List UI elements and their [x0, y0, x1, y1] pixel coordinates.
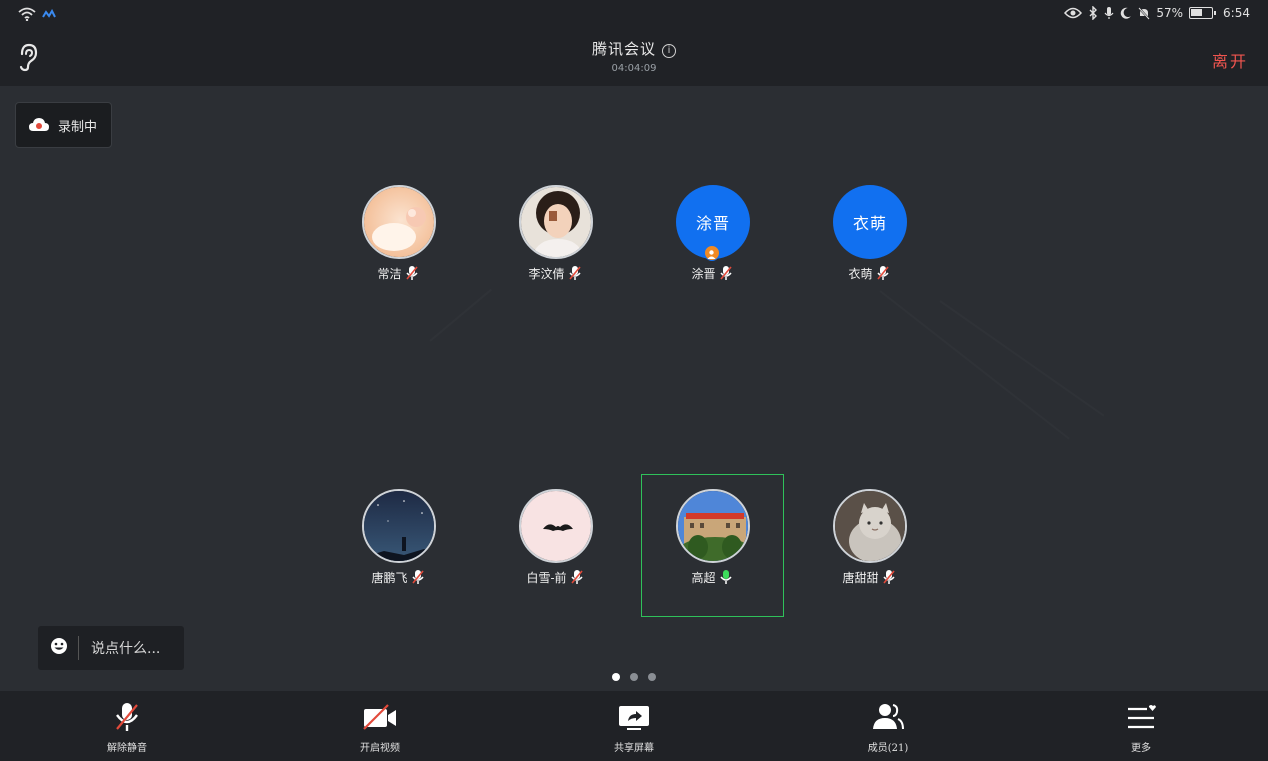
avatar: [676, 489, 750, 563]
emoji-icon[interactable]: [50, 637, 68, 659]
share-screen-label: 共享屏幕: [614, 743, 654, 754]
meeting-header: 腾讯会议 i 04:04:09 离开: [0, 30, 1268, 86]
avatar: [362, 489, 436, 563]
page-indicator: [612, 673, 656, 681]
members-label: 成员(21): [867, 743, 909, 754]
participant-name: 李汶倩: [528, 267, 565, 281]
clock: 6:54: [1223, 6, 1250, 20]
page-dot[interactable]: [648, 673, 656, 681]
mic-off-icon: [116, 703, 138, 731]
page-dot[interactable]: [630, 673, 638, 681]
start-video-label: 开启视频: [360, 743, 400, 754]
participant-name: 唐甜甜: [842, 571, 879, 585]
leave-button[interactable]: 离开: [1212, 48, 1248, 72]
mic-muted-icon: [568, 265, 582, 284]
participant-name: 唐鹏飞: [371, 571, 408, 585]
eye-icon: [1064, 7, 1083, 19]
participant-name: 涂晋: [691, 267, 716, 281]
mic-speaking-icon: [719, 569, 733, 588]
more-menu-icon: [1128, 705, 1156, 729]
mic-muted-icon: [411, 569, 425, 588]
participant-tile[interactable]: 白雪-前: [485, 479, 625, 619]
participant-tile[interactable]: 衣萌 衣萌: [799, 175, 939, 315]
meeting-timer: 04:04:09: [611, 63, 657, 74]
chat-placeholder: 说点什么...: [91, 641, 161, 657]
divider: [78, 636, 79, 660]
host-badge-icon: [704, 245, 720, 261]
start-video-button[interactable]: 开启视频: [330, 701, 430, 754]
members-button[interactable]: 成员(21): [838, 701, 938, 754]
participant-name: 高超: [691, 571, 716, 585]
video-off-icon: [363, 704, 396, 730]
participant-tile[interactable]: 涂晋 涂晋: [642, 175, 782, 315]
status-bar: 57% 6:54: [0, 0, 1268, 30]
participant-tile[interactable]: 唐甜甜: [799, 479, 939, 619]
participant-tile[interactable]: 唐鹏飞: [328, 479, 468, 619]
signal-app-icon: [42, 9, 56, 18]
participant-tile[interactable]: 常洁: [328, 175, 468, 315]
avatar: [519, 489, 593, 563]
share-screen-button[interactable]: 共享屏幕: [584, 701, 684, 754]
cloud-record-icon: [29, 118, 49, 131]
avatar: [362, 185, 436, 259]
more-label: 更多: [1131, 743, 1151, 754]
participant-name: 衣萌: [848, 267, 873, 281]
recording-indicator[interactable]: 录制中: [15, 102, 112, 148]
participant-tile[interactable]: 李汶倩: [485, 175, 625, 315]
bell-off-icon: [1138, 6, 1151, 20]
bottom-toolbar: 解除静音 开启视频 共享屏幕 成员(21) 更多: [0, 691, 1268, 761]
mic-muted-icon: [405, 265, 419, 284]
participant-name: 白雪-前: [526, 571, 567, 585]
chat-input[interactable]: 说点什么...: [38, 626, 184, 670]
info-icon[interactable]: i: [662, 44, 676, 58]
more-button[interactable]: 更多: [1091, 701, 1191, 754]
recording-label: 录制中: [58, 119, 98, 135]
share-screen-icon: [619, 706, 649, 730]
wifi-icon: [18, 7, 36, 21]
avatar: [519, 185, 593, 259]
battery-icon: [1189, 7, 1217, 19]
meeting-title: 腾讯会议: [591, 40, 656, 58]
battery-percent: 57%: [1156, 6, 1184, 20]
mic-muted-icon: [882, 569, 896, 588]
members-icon: [873, 704, 904, 730]
bluetooth-icon: [1089, 6, 1098, 20]
unmute-button[interactable]: 解除静音: [77, 701, 177, 754]
moon-icon: [1121, 7, 1132, 19]
avatar: 衣萌: [833, 185, 907, 259]
avatar: [833, 489, 907, 563]
mic-muted-icon: [719, 265, 733, 284]
mic-muted-icon: [876, 265, 890, 284]
participant-name: 常洁: [377, 267, 402, 281]
mic-icon: [1104, 7, 1114, 19]
unmute-label: 解除静音: [107, 743, 147, 754]
page-dot-active[interactable]: [612, 673, 620, 681]
participant-tile[interactable]: 高超: [642, 479, 782, 619]
mic-muted-icon: [570, 569, 584, 588]
